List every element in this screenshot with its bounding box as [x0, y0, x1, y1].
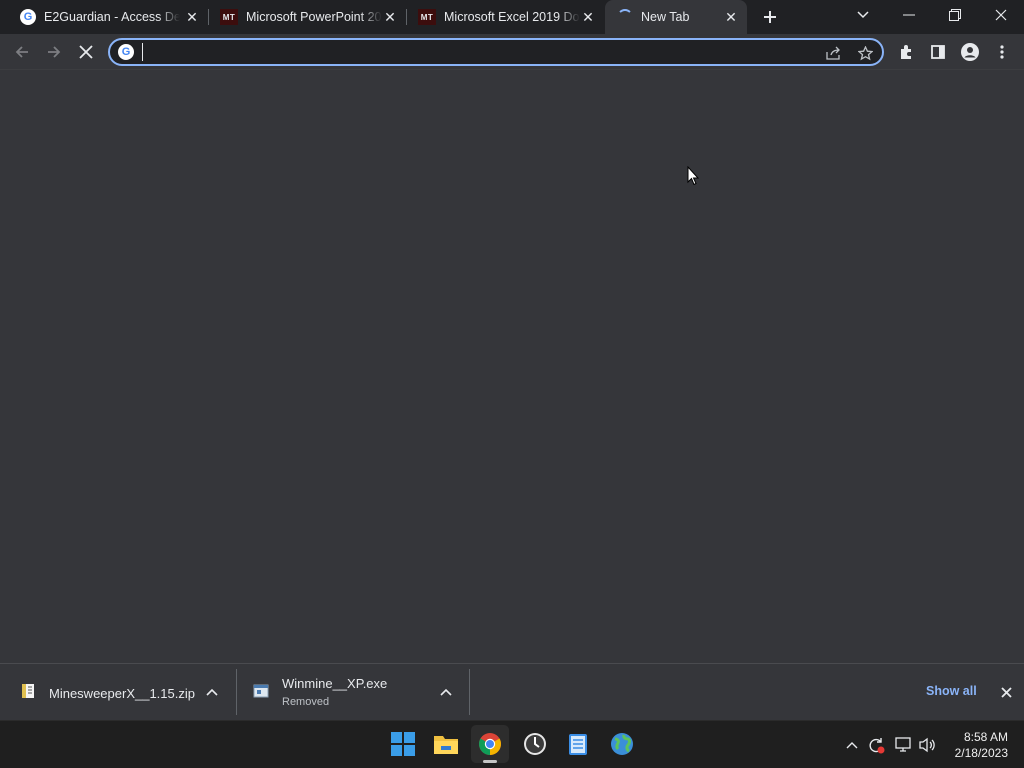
- tab-search-button[interactable]: [840, 0, 886, 30]
- network-icon[interactable]: [894, 735, 914, 755]
- tab-e2guardian[interactable]: G E2Guardian - Access Denied ✕: [8, 0, 208, 34]
- close-icon: [1000, 686, 1012, 698]
- globe-app-button[interactable]: [603, 725, 641, 763]
- start-button[interactable]: [384, 725, 422, 763]
- arrow-left-icon: [15, 46, 28, 58]
- restore-icon: [949, 9, 961, 21]
- download-status: Removed: [282, 696, 330, 708]
- tab-title: Microsoft PowerPoint 2021 Download: [246, 10, 382, 24]
- tab-strip: G E2Guardian - Access Denied ✕ MT Micros…: [0, 0, 1024, 34]
- puzzle-icon: [901, 45, 911, 59]
- browser-toolbar: G: [0, 34, 1024, 70]
- exe-file-icon: [253, 684, 269, 698]
- mt-favicon-icon: MT: [220, 9, 238, 25]
- address-input[interactable]: [142, 43, 812, 61]
- stop-x-icon: [79, 45, 93, 59]
- tab-new-tab[interactable]: New Tab ✕: [605, 0, 747, 34]
- bookmark-star-icon[interactable]: [856, 44, 874, 62]
- clock-time: 8:58 AM: [963, 730, 1008, 744]
- volume-icon[interactable]: [918, 735, 938, 755]
- kebab-menu-icon: [1000, 45, 1004, 59]
- chrome-icon: [479, 733, 501, 755]
- tab-close-icon[interactable]: ✕: [580, 9, 596, 25]
- address-bar[interactable]: G: [108, 38, 884, 66]
- clock-app-icon: [524, 733, 546, 755]
- loading-spinner-icon: [617, 9, 633, 25]
- restore-button[interactable]: [932, 0, 978, 30]
- chevron-up-icon[interactable]: [437, 683, 455, 701]
- download-item-winmine[interactable]: Winmine__XP.exe Removed: [237, 664, 469, 721]
- side-panel-button[interactable]: [926, 40, 950, 64]
- download-item-minesweeper[interactable]: MinesweeperX__1.15.zip: [0, 664, 236, 721]
- browser-globe-icon: [611, 733, 633, 755]
- clock-date: 2/18/2023: [954, 746, 1008, 760]
- sync-alert-icon[interactable]: [866, 735, 886, 755]
- tab-title: E2Guardian - Access Denied: [44, 10, 180, 24]
- tab-close-icon[interactable]: ✕: [184, 9, 200, 25]
- arrow-right-icon: [48, 46, 61, 58]
- chevron-up-icon[interactable]: [203, 683, 221, 701]
- download-filename: Winmine__XP.exe: [282, 676, 388, 691]
- page-content: [0, 70, 1024, 663]
- downloads-bar: MinesweeperX__1.15.zip Winmine__XP.exe R…: [0, 663, 1024, 720]
- stop-loading-button[interactable]: [74, 40, 98, 64]
- active-app-indicator: [483, 760, 497, 763]
- close-icon: [995, 9, 1007, 21]
- chevron-down-icon: [857, 11, 869, 19]
- download-separator: [469, 669, 470, 715]
- share-icon[interactable]: [824, 44, 842, 62]
- minimize-button[interactable]: [886, 0, 932, 30]
- system-clock[interactable]: 8:58 AM 2/18/2023: [946, 729, 1008, 761]
- side-panel-icon: [931, 45, 945, 59]
- tab-close-icon[interactable]: ✕: [382, 9, 398, 25]
- tab-close-icon[interactable]: ✕: [723, 9, 739, 25]
- download-filename: MinesweeperX__1.15.zip: [49, 686, 195, 701]
- notepad-icon: [569, 734, 587, 755]
- google-g-icon: G: [118, 44, 134, 60]
- start-icon: [391, 732, 415, 756]
- menu-button[interactable]: [990, 40, 1014, 64]
- file-explorer-button[interactable]: [427, 725, 465, 763]
- plus-icon: [764, 11, 776, 23]
- chrome-button[interactable]: [471, 725, 509, 763]
- avatar-icon: [961, 43, 979, 61]
- forward-button[interactable]: [42, 40, 66, 64]
- google-g-icon: G: [20, 9, 36, 25]
- tab-excel[interactable]: MT Microsoft Excel 2019 Download ✕: [406, 0, 604, 34]
- minimize-icon: [903, 14, 915, 16]
- clock-app-button[interactable]: [516, 725, 554, 763]
- notepad-button[interactable]: [559, 725, 597, 763]
- mt-favicon-icon: MT: [418, 9, 436, 25]
- tab-powerpoint[interactable]: MT Microsoft PowerPoint 2021 Download ✕: [208, 0, 406, 34]
- close-window-button[interactable]: [978, 0, 1024, 30]
- close-downloads-bar-button[interactable]: [997, 683, 1015, 701]
- zip-file-icon: [22, 684, 34, 698]
- profile-button[interactable]: [958, 40, 982, 64]
- show-hidden-icons-chevron-icon[interactable]: [842, 735, 862, 755]
- windows-taskbar: 8:58 AM 2/18/2023: [0, 720, 1024, 768]
- extensions-button[interactable]: [894, 40, 918, 64]
- show-all-downloads-link[interactable]: Show all: [926, 684, 977, 698]
- file-explorer-icon: [434, 736, 458, 754]
- tab-title: Microsoft Excel 2019 Download: [444, 10, 580, 24]
- tab-title: New Tab: [641, 10, 690, 24]
- mouse-cursor-icon: [687, 166, 699, 186]
- new-tab-button[interactable]: [758, 5, 782, 29]
- back-button[interactable]: [10, 40, 34, 64]
